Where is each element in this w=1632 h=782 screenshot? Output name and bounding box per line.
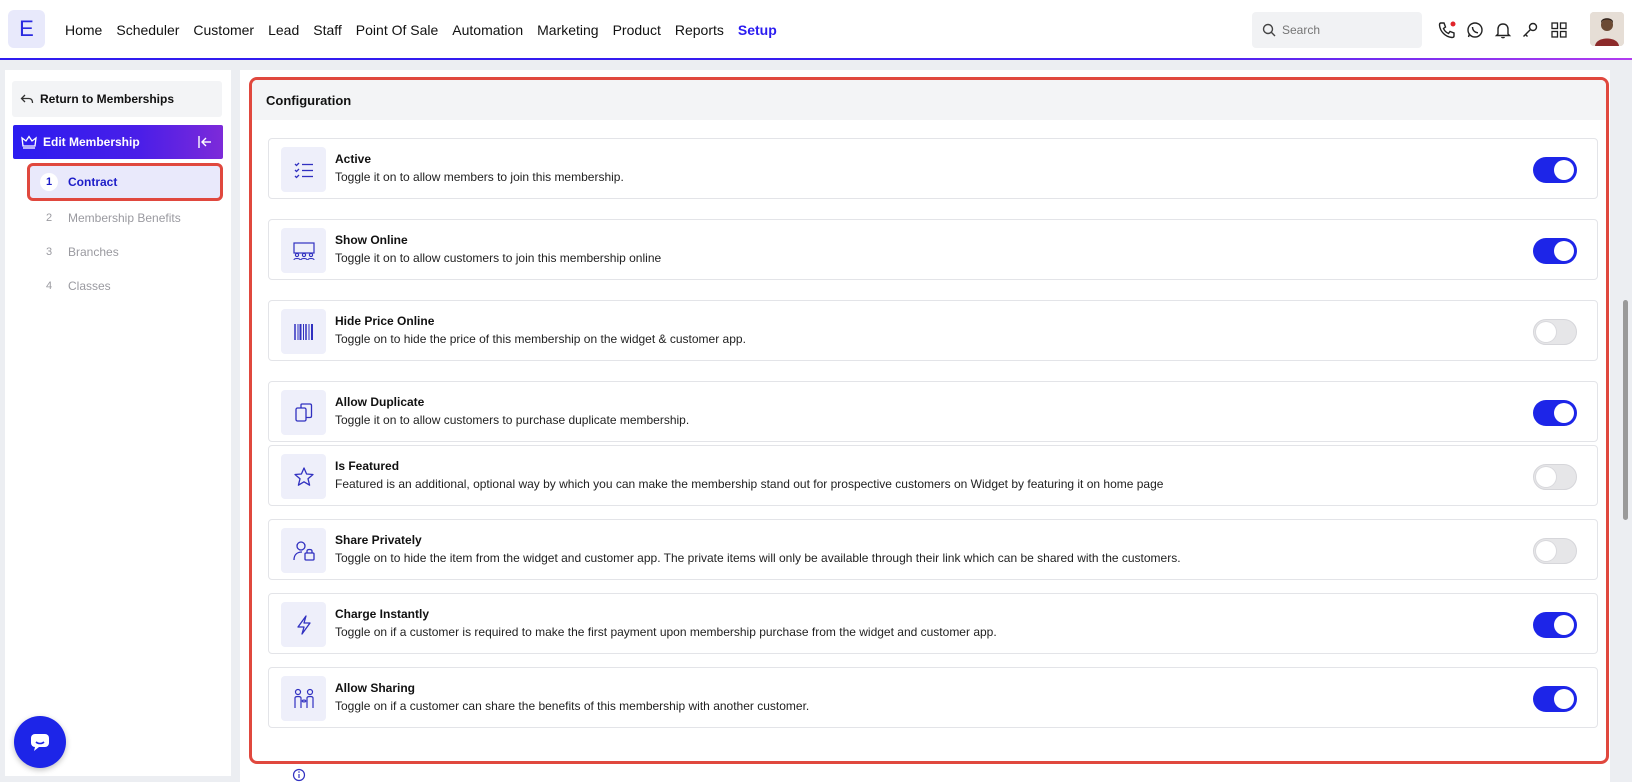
config-row-hide-price-online: Hide Price Online Toggle on to hide the … (268, 300, 1598, 361)
apps-grid-icon[interactable] (1548, 19, 1570, 41)
config-description: Toggle on if a customer can share the be… (335, 699, 810, 713)
checklist-icon (281, 147, 326, 192)
step-number: 2 (45, 212, 53, 224)
config-description: Toggle it on to allow customers to join … (335, 251, 662, 265)
search-icon (1262, 23, 1276, 37)
config-row-share-privately: Share Privately Toggle on to hide the it… (268, 519, 1598, 580)
nav-marketing[interactable]: Marketing (530, 22, 605, 38)
nav-staff[interactable]: Staff (306, 22, 349, 38)
main-nav: Home Scheduler Customer Lead Staff Point… (58, 0, 784, 60)
sharing-people-icon (281, 676, 326, 721)
config-description: Featured is an additional, optional way … (335, 477, 1164, 491)
nav-lead[interactable]: Lead (261, 22, 306, 38)
allow-duplicate-toggle[interactable] (1533, 400, 1577, 426)
user-avatar[interactable] (1590, 12, 1624, 46)
config-description: Toggle it on to allow customers to purch… (335, 413, 690, 427)
whatsapp-icon[interactable] (1464, 19, 1486, 41)
step-label: Branches (68, 245, 119, 259)
step-classes[interactable]: 4 Classes (27, 269, 223, 303)
hide-price-online-toggle[interactable] (1533, 319, 1577, 345)
config-title: Is Featured (335, 459, 400, 473)
top-navigation-bar: E Home Scheduler Customer Lead Staff Poi… (0, 0, 1632, 60)
step-number: 4 (45, 280, 53, 292)
step-label: Membership Benefits (68, 211, 181, 225)
config-row-allow-sharing: Allow Sharing Toggle on if a customer ca… (268, 667, 1598, 728)
return-to-memberships-button[interactable]: Return to Memberships (12, 81, 222, 117)
left-sidebar: Return to Memberships Edit Membership 1 … (5, 70, 231, 776)
config-row-allow-duplicate: Allow Duplicate Toggle it on to allow cu… (268, 381, 1598, 442)
chat-support-button[interactable] (14, 716, 66, 768)
is-featured-toggle[interactable] (1533, 464, 1577, 490)
search-box[interactable] (1252, 12, 1422, 48)
share-privately-toggle[interactable] (1533, 538, 1577, 564)
step-label: Classes (68, 279, 111, 293)
config-description: Toggle on to hide the item from the widg… (335, 551, 1181, 565)
config-description: Toggle it on to allow members to join th… (335, 170, 624, 184)
lightning-icon (281, 602, 326, 647)
step-contract[interactable]: 1 Contract (27, 163, 223, 201)
info-icon (292, 768, 306, 782)
allow-sharing-toggle[interactable] (1533, 686, 1577, 712)
main-content: Configuration Active Toggle it on to all… (240, 70, 1610, 782)
config-row-show-online: Show Online Toggle it on to allow custom… (268, 219, 1598, 280)
nav-setup[interactable]: Setup (731, 22, 784, 38)
nav-home[interactable]: Home (58, 22, 109, 38)
back-arrow-icon (20, 94, 34, 104)
return-label: Return to Memberships (40, 92, 175, 106)
config-description: Toggle on to hide the price of this memb… (335, 332, 746, 346)
user-lock-icon (281, 528, 326, 573)
copy-icon (281, 390, 326, 435)
active-toggle[interactable] (1533, 157, 1577, 183)
nav-automation[interactable]: Automation (445, 22, 530, 38)
collapse-sidebar-icon[interactable] (197, 134, 213, 153)
online-group-icon (281, 228, 326, 273)
configuration-section: Configuration Active Toggle it on to all… (249, 77, 1609, 764)
config-title: Allow Sharing (335, 681, 416, 695)
config-title: Active (335, 152, 372, 166)
key-icon[interactable] (1519, 19, 1541, 41)
nav-point-of-sale[interactable]: Point Of Sale (349, 22, 446, 38)
config-title: Share Privately (335, 533, 422, 547)
config-title: Charge Instantly (335, 607, 430, 621)
chat-icon (31, 734, 49, 751)
membership-steps: 1 Contract 2 Membership Benefits 3 Branc… (27, 163, 223, 303)
edit-membership-label: Edit Membership (43, 135, 140, 149)
search-input[interactable] (1282, 23, 1412, 37)
app-logo[interactable]: E (8, 10, 45, 48)
step-label: Contract (68, 175, 118, 189)
page-scrollbar[interactable] (1623, 300, 1628, 520)
show-online-toggle[interactable] (1533, 238, 1577, 264)
crown-icon (21, 135, 37, 149)
step-number: 1 (40, 173, 58, 191)
barcode-icon (281, 309, 326, 354)
star-icon (281, 454, 326, 499)
edit-membership-header: Edit Membership (13, 125, 223, 159)
charge-instantly-toggle[interactable] (1533, 612, 1577, 638)
config-title: Hide Price Online (335, 314, 435, 328)
config-row-is-featured: Is Featured Featured is an additional, o… (268, 445, 1598, 506)
nav-reports[interactable]: Reports (668, 22, 731, 38)
nav-scheduler[interactable]: Scheduler (109, 22, 186, 38)
config-title: Allow Duplicate (335, 395, 425, 409)
step-branches[interactable]: 3 Branches (27, 235, 223, 269)
phone-icon[interactable] (1436, 19, 1458, 41)
config-row-charge-instantly: Charge Instantly Toggle on if a customer… (268, 593, 1598, 654)
config-row-active: Active Toggle it on to allow members to … (268, 138, 1598, 199)
nav-product[interactable]: Product (606, 22, 668, 38)
config-description: Toggle on if a customer is required to m… (335, 625, 997, 639)
configuration-title: Configuration (252, 80, 1606, 120)
step-number: 3 (45, 246, 53, 258)
bell-icon[interactable] (1492, 19, 1514, 41)
config-title: Show Online (335, 233, 408, 247)
step-membership-benefits[interactable]: 2 Membership Benefits (27, 201, 223, 235)
nav-customer[interactable]: Customer (186, 22, 261, 38)
